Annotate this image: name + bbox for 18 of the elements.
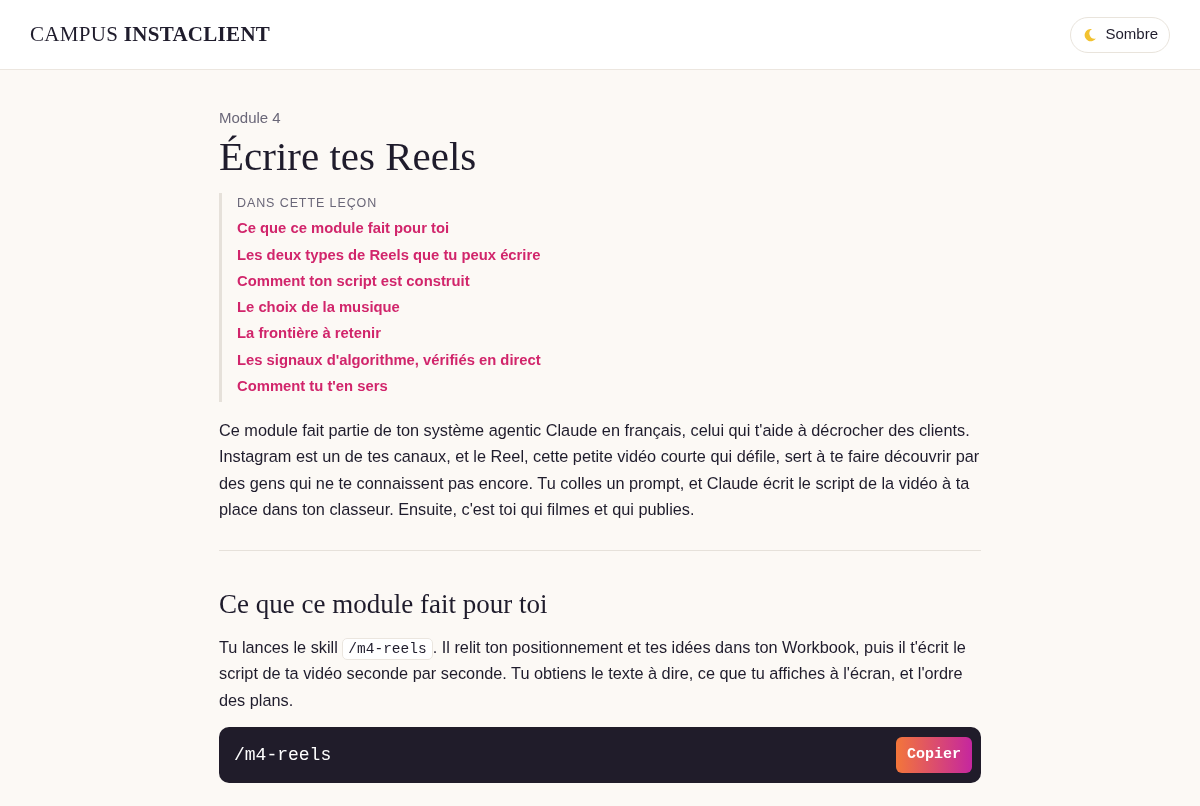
toc-link[interactable]: Comment tu t'en sers (237, 373, 388, 400)
toc-link[interactable]: Les signaux d'algorithme, vérifiés en direct (237, 347, 541, 374)
theme-toggle-button[interactable]: Sombre (1070, 16, 1170, 53)
toc-link[interactable]: Comment ton script est construit (237, 268, 470, 295)
module-label: Module 4 (219, 108, 282, 128)
section-paragraph: Tu lances le skill /m4-reels . Il relit ton positionnement et tes idées dans ton Workbook, puis il t'écrit le script de ta vidéo seconde par seconde. Tu obtiens le texte à dire, ce que tu affiches à l'écran, et l'ordre des plans. (219, 636, 967, 711)
section-heading: Ce que ce module fait pour toi (219, 587, 549, 621)
site-logo[interactable]: CAMPUS INSTACLIENT (30, 18, 271, 51)
toc-link[interactable]: Ce que ce module fait pour toi (237, 215, 450, 243)
toc-heading: DANS CETTE LEÇON (237, 194, 379, 211)
copy-button[interactable]: Copier (896, 736, 972, 774)
moon-icon (1083, 27, 1098, 42)
command-text: /m4-reels (234, 743, 332, 767)
toc-link[interactable]: Les deux types de Reels que tu peux écrire (237, 242, 541, 269)
lesson-title: Écrire tes Reels (219, 131, 478, 181)
toc-link[interactable]: La frontière à retenir (237, 320, 381, 348)
toc-link[interactable]: Le choix de la musique (237, 294, 400, 321)
intro-paragraph: Ce module fait partie de ton système agentic Claude en français, celui qui t'aide à décrocher des clients. Instagram est un de tes canaux, et le Reel, cette petite vidéo courte qui défile, sert à te faire découvrir par des gens qui ne te connaissent pas encore. Tu colles un prompt, et Claude écrit le script de la vidéo à ta place dans ton classeur. Ensuite, c'est toi qui filmes et qui publies. (219, 419, 981, 521)
